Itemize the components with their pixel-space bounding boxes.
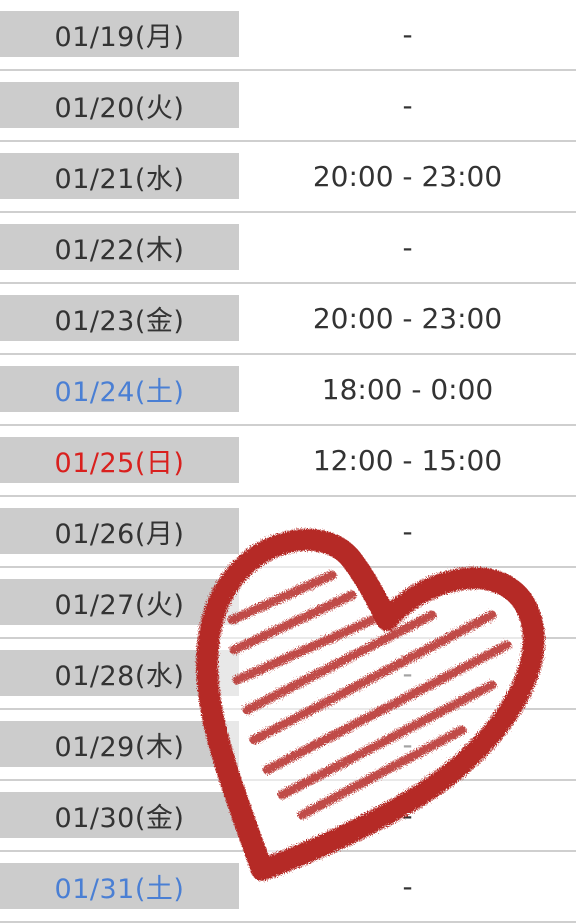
schedule-row: 01/25(日) 12:00 - 15:00 [0,426,576,497]
date-cell: 01/26(月) [0,508,239,554]
time-cell: 20:00 - 23:00 [312,159,503,193]
time-cell: - [402,88,413,122]
date-cell: 01/23(金) [0,295,239,341]
schedule-row: 01/24(土) 18:00 - 0:00 [0,355,576,426]
schedule-row: 01/22(木) - [0,213,576,284]
date-cell-sunday: 01/25(日) [0,437,239,483]
time-cell: 12:00 - 15:00 [312,443,503,477]
schedule-row: 01/26(月) - [0,497,576,568]
time-cell: - [402,585,413,619]
date-cell-saturday: 01/31(土) [0,863,239,909]
time-cell: - [402,230,413,264]
time-cell: - [402,727,413,761]
time-cell: - [402,798,413,832]
date-cell: 01/19(月) [0,11,239,57]
schedule-row: 01/27(火) - [0,568,576,639]
time-cell: 18:00 - 0:00 [321,372,494,406]
time-cell: - [402,869,413,903]
schedule-row: 01/19(月) - [0,0,576,71]
date-cell: 01/21(水) [0,153,239,199]
time-cell: 20:00 - 23:00 [312,301,503,335]
time-cell: - [402,17,413,51]
schedule-list: 01/19(月) - 01/20(火) - 01/21(水) 20:00 - 2… [0,0,576,923]
schedule-row: 01/23(金) 20:00 - 23:00 [0,284,576,355]
schedule-row: 01/28(水) - [0,639,576,710]
schedule-row: 01/29(木) - [0,710,576,781]
time-cell: - [402,656,413,690]
date-cell: 01/27(火) [0,579,239,625]
date-cell-saturday: 01/24(土) [0,366,239,412]
schedule-row: 01/21(水) 20:00 - 23:00 [0,142,576,213]
date-cell: 01/22(木) [0,224,239,270]
schedule-row: 01/31(土) - [0,852,576,923]
date-cell: 01/29(木) [0,721,239,767]
schedule-row: 01/30(金) - [0,781,576,852]
time-cell: - [402,514,413,548]
schedule-row: 01/20(火) - [0,71,576,142]
date-cell: 01/28(水) [0,650,239,696]
date-cell: 01/30(金) [0,792,239,838]
date-cell: 01/20(火) [0,82,239,128]
